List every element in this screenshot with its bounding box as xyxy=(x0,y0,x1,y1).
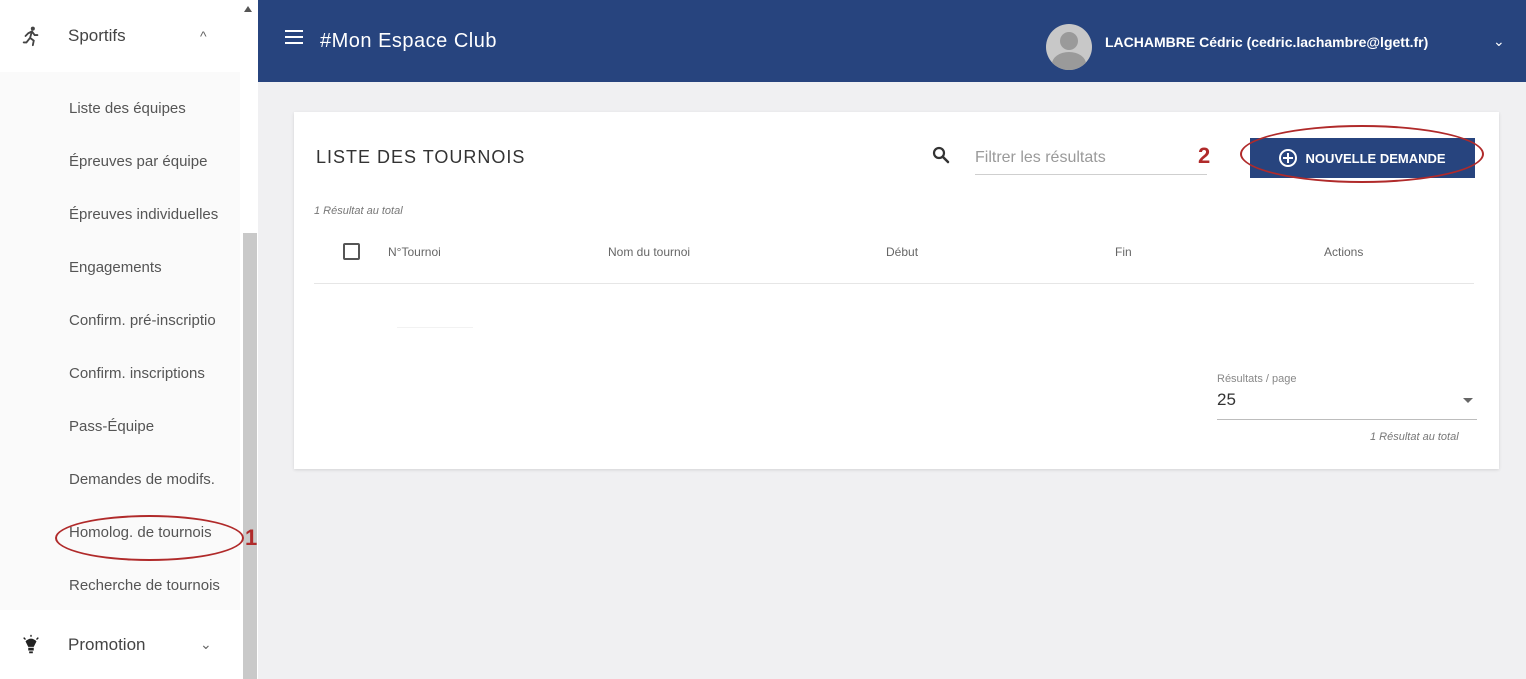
per-page-value: 25 xyxy=(1217,390,1236,409)
menu-icon[interactable] xyxy=(285,30,303,44)
page-title: LISTE DES TOURNOIS xyxy=(316,147,526,167)
app-root: Sportifs ^ Liste des équipes Épreuves pa… xyxy=(0,0,1526,679)
annotation-number-2: 2 xyxy=(1198,143,1211,168)
sidebar-section-label: Promotion xyxy=(68,634,146,654)
per-page-label: Résultats / page xyxy=(1217,373,1297,385)
sidebar: Sportifs ^ Liste des équipes Épreuves pa… xyxy=(0,0,258,679)
sidebar-section-sportifs[interactable]: Sportifs ^ xyxy=(0,0,240,72)
chevron-down-icon[interactable]: ⌄ xyxy=(1493,33,1505,50)
column-header-fin[interactable]: Fin xyxy=(1115,245,1132,259)
sidebar-item-epreuves-individuelles[interactable]: Épreuves individuelles xyxy=(69,206,239,223)
result-count: 1 Résultat au total xyxy=(314,205,403,217)
avatar[interactable] xyxy=(1046,24,1092,70)
sidebar-section-label: Sportifs xyxy=(68,26,126,45)
scrollbar-thumb[interactable] xyxy=(243,233,257,679)
sidebar-item-engagements[interactable]: Engagements xyxy=(69,259,239,276)
sidebar-item-liste-equipes[interactable]: Liste des équipes xyxy=(69,100,239,117)
sidebar-item-confirm-preinscriptions[interactable]: Confirm. pré-inscriptio xyxy=(69,312,239,329)
sidebar-item-pass-equipe[interactable]: Pass-Équipe xyxy=(69,418,239,435)
chevron-up-icon: ^ xyxy=(200,28,207,44)
sidebar-item-recherche-tournois[interactable]: Recherche de tournois xyxy=(69,577,239,594)
select-all-checkbox[interactable] xyxy=(343,243,360,260)
per-page-select[interactable]: 25 xyxy=(1217,388,1477,420)
app-title: #Mon Espace Club xyxy=(320,30,497,52)
lightbulb-icon xyxy=(23,634,39,653)
runner-icon xyxy=(22,26,39,47)
search-input[interactable] xyxy=(975,141,1207,175)
result-count-bottom: 1 Résultat au total xyxy=(1370,431,1459,443)
column-header-debut[interactable]: Début xyxy=(886,245,918,259)
user-menu-label[interactable]: LACHAMBRE Cédric (cedric.lachambre@lgett… xyxy=(1105,34,1428,50)
column-header-actions: Actions xyxy=(1324,245,1364,259)
table-divider xyxy=(314,283,1474,284)
sidebar-item-epreuves-equipe[interactable]: Épreuves par équipe xyxy=(69,153,239,170)
annotation-circle-1 xyxy=(55,515,244,561)
sidebar-item-demandes-modifs[interactable]: Demandes de modifs. xyxy=(69,471,239,488)
scroll-up-arrow-icon[interactable] xyxy=(244,6,252,12)
sidebar-section-promotion[interactable]: Promotion ⌄ xyxy=(0,610,240,679)
chevron-down-icon: ⌄ xyxy=(200,636,212,652)
sidebar-item-confirm-inscriptions[interactable]: Confirm. inscriptions xyxy=(69,365,239,382)
annotation-number-1: 1 xyxy=(245,525,258,550)
column-header-nom[interactable]: Nom du tournoi xyxy=(608,245,690,259)
search-icon xyxy=(932,146,950,164)
column-header-numero[interactable]: N°Tournoi xyxy=(388,245,441,259)
dropdown-arrow-icon xyxy=(1463,398,1473,403)
annotation-circle-2 xyxy=(1240,125,1484,183)
empty-row xyxy=(397,327,473,328)
